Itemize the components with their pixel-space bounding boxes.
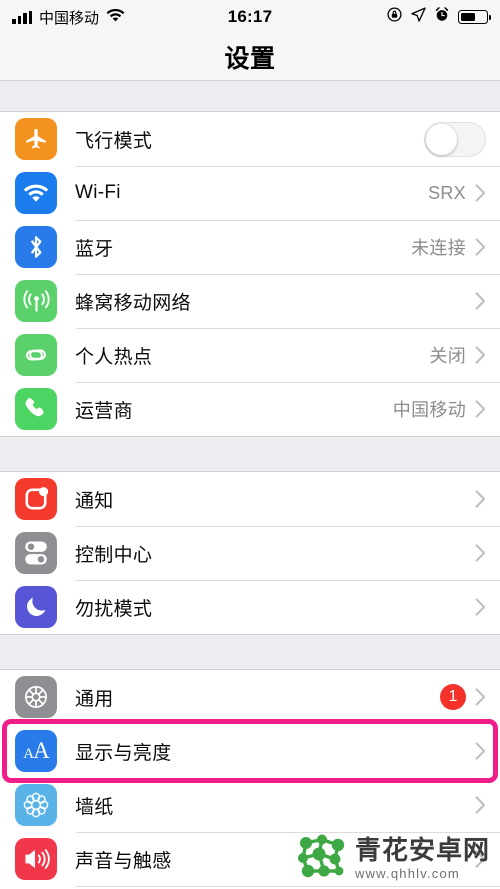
sounds-haptics-icon [15,838,57,880]
row-accessory: 未连接 [411,234,500,260]
chevron-right-icon [475,688,486,706]
settings-row[interactable]: 蜂窝移动网络 [0,274,500,328]
chevron-right-icon [475,598,486,616]
wallpaper-icon [15,784,57,826]
row-value: 未连接 [411,238,466,258]
row-accessory [475,490,500,508]
row-label: 显示与亮度 [75,742,172,764]
watermark-name: 青花安卓网 [354,835,490,865]
status-bar: 中国移动 16:17 [0,0,500,34]
settings-group-1: 通知控制中心勿扰模式 [0,471,500,635]
status-bar-right [387,7,492,27]
row-accessory [475,292,500,310]
control-center-icon [15,532,57,574]
notification-badge: 1 [440,684,466,710]
molecule-logo-icon [297,834,347,883]
row-accessory [475,796,500,814]
row-value: 关闭 [429,346,466,366]
settings-row[interactable]: 通知 [0,472,500,526]
settings-row[interactable]: 蓝牙 未连接 [0,220,500,274]
battery-icon [458,10,492,24]
wifi-icon [15,172,57,214]
settings-list[interactable]: 飞行模式 Wi-Fi SRX 蓝牙 未连接蜂窝移动网络 个人热点 关闭运营商 中国移动通知控制… [0,81,500,889]
airplane-icon [15,118,57,160]
phone-screen: 中国移动 16:17 设置 飞行模式 Wi-Fi SRX 蓝牙 未连接 蜂窝移动… [0,0,500,889]
general-gear-icon [15,676,57,718]
group-gap [0,81,500,111]
page-title: 设置 [224,45,276,73]
watermark: 青花安卓网 www.qhhlv.com [297,834,490,883]
highlight-wrapper: AA 显示与亮度 [0,719,500,783]
row-accessory [424,121,500,157]
cellular-icon [15,280,57,322]
watermark-text: 青花安卓网 www.qhhlv.com [355,837,490,880]
airplane-mode-toggle[interactable] [424,121,486,157]
settings-row[interactable]: 通用 1 [0,670,500,724]
group-gap [0,635,500,669]
row-label: 通用 [75,688,114,710]
row-label: 个人热点 [75,346,153,368]
row-label: Wi-Fi [75,182,121,203]
settings-row[interactable]: 飞行模式 [0,112,500,166]
chevron-right-icon [475,544,486,562]
chevron-right-icon [475,184,486,202]
settings-row[interactable]: 勿扰模式 [0,580,500,634]
row-label: 声音与触感 [75,850,172,872]
row-accessory [475,742,500,760]
row-accessory: 关闭 [429,342,500,368]
row-label: 控制中心 [75,544,153,566]
settings-row[interactable]: 墙纸 [0,778,500,832]
settings-row[interactable]: 运营商 中国移动 [0,382,500,436]
chevron-right-icon [475,238,486,256]
hotspot-icon [15,334,57,376]
chevron-right-icon [475,292,486,310]
navigation-bar: 设置 [0,34,500,81]
alarm-clock-icon [435,7,449,27]
location-arrow-icon [411,7,426,27]
toggle-knob [426,123,457,155]
row-label: 通知 [75,490,114,512]
rotation-lock-icon [387,7,402,27]
bluetooth-icon [15,226,57,268]
group-gap [0,437,500,471]
row-value: SRX [428,182,466,203]
row-label: 飞行模式 [75,130,153,152]
chevron-right-icon [475,400,486,418]
row-accessory [475,598,500,616]
do-not-disturb-icon [15,586,57,628]
row-accessory [475,544,500,562]
settings-row[interactable]: Wi-Fi SRX [0,166,500,220]
watermark-url: www.qhhlv.com [354,866,460,881]
row-label: 运营商 [75,400,133,422]
row-label: 勿扰模式 [75,598,153,620]
row-label: 蓝牙 [75,238,114,260]
display-brightness-icon: AA [15,730,57,772]
notifications-icon [15,478,57,520]
settings-row[interactable]: 控制中心 [0,526,500,580]
row-accessory: 中国移动 [393,396,500,422]
phone-icon [15,388,57,430]
chevron-right-icon [475,796,486,814]
row-value: 中国移动 [392,400,466,420]
chevron-right-icon [475,490,486,508]
row-label: 墙纸 [75,796,114,818]
settings-row[interactable]: AA 显示与亮度 [0,724,500,778]
row-accessory: SRX [428,183,500,204]
chevron-right-icon [475,742,486,760]
row-label: 蜂窝移动网络 [75,292,191,314]
settings-group-0: 飞行模式 Wi-Fi SRX 蓝牙 未连接蜂窝移动网络 个人热点 关闭运营商 中国移动 [0,111,500,437]
row-accessory: 1 [440,684,500,710]
settings-row[interactable]: 个人热点 关闭 [0,328,500,382]
chevron-right-icon [475,346,486,364]
